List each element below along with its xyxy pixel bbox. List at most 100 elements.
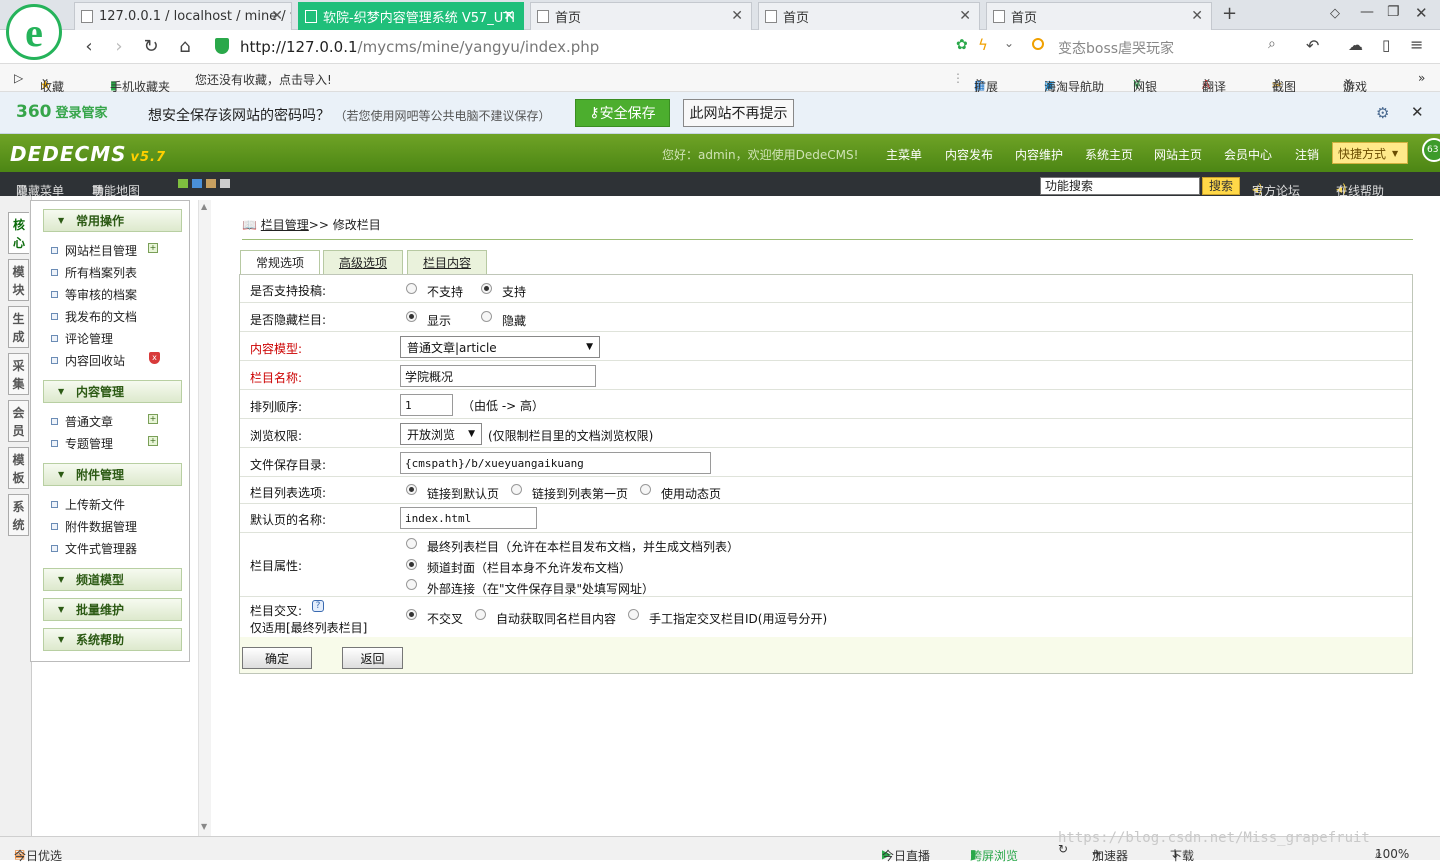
cloud-icon[interactable]: ☁ <box>1348 36 1363 54</box>
back-button[interactable]: 返回 <box>342 647 403 669</box>
browser-tab[interactable]: 首页 ✕ <box>530 2 752 30</box>
undo-icon[interactable]: ↶ <box>1306 36 1319 55</box>
submit-no-radio[interactable] <box>406 283 417 294</box>
topmenu-sitehome[interactable]: 网站主页 <box>1154 146 1202 163</box>
help-icon[interactable]: ? <box>312 600 324 612</box>
close-tab-icon[interactable]: ✕ <box>1191 8 1203 24</box>
menu-item-special[interactable]: 专题管理 <box>51 435 113 452</box>
menu-item-article[interactable]: 普通文章 <box>51 413 113 430</box>
topmenu-publish[interactable]: 内容发布 <box>945 146 993 163</box>
topmenu-main[interactable]: 主菜单 <box>886 146 922 163</box>
category-name-input[interactable]: 学院概况 <box>400 365 596 387</box>
menu-section-content[interactable]: 内容管理 <box>43 380 182 403</box>
menu-item-recycle[interactable]: 内容回收站 <box>51 352 125 369</box>
bookmark-favorites[interactable]: ★ 收藏 ⌄ <box>40 71 64 94</box>
menu-icon[interactable]: ≡ <box>1410 35 1423 54</box>
home-icon[interactable]: ⌂ <box>174 36 196 57</box>
bookmark-bank[interactable]: ¥ 网银 ⌄ <box>1133 71 1157 94</box>
rail-tab-template[interactable]: 模板 <box>8 447 29 489</box>
lightning-icon[interactable]: ϟ <box>978 36 988 54</box>
add-icon[interactable]: + <box>148 243 158 253</box>
skin-blue-icon[interactable] <box>192 179 202 188</box>
menu-section-channel[interactable]: 频道模型 <box>43 568 182 591</box>
close-tab-icon[interactable]: ✕ <box>959 8 971 24</box>
reload-icon[interactable]: ↻ <box>140 36 162 57</box>
browser-logo-icon[interactable]: e <box>6 4 62 60</box>
topmenu-member[interactable]: 会员中心 <box>1224 146 1272 163</box>
menu-item-all-docs[interactable]: 所有档案列表 <box>51 264 137 281</box>
menu-item-category[interactable]: 网站栏目管理 <box>51 242 137 259</box>
scroll-up-icon[interactable]: ▲ <box>201 202 207 211</box>
list-first-radio[interactable] <box>511 484 522 495</box>
show-radio[interactable] <box>406 311 417 322</box>
add-icon[interactable]: + <box>148 414 158 424</box>
scroll-down-icon[interactable]: ▼ <box>201 822 207 831</box>
topmenu-logout[interactable]: 注销 <box>1295 146 1319 163</box>
gear-icon[interactable]: ⚙ <box>1376 104 1389 122</box>
submit-yes-radio[interactable] <box>481 283 492 294</box>
add-icon[interactable]: + <box>148 436 158 446</box>
search-icon[interactable]: ⌕ <box>1268 36 1276 52</box>
close-tab-icon[interactable]: ✕ <box>503 8 515 24</box>
save-password-button[interactable]: ⚷ 安全保存 <box>575 99 670 127</box>
tab-advanced[interactable]: 高级选项 <box>323 250 403 274</box>
cross-manual-radio[interactable] <box>628 609 639 620</box>
quick-menu-button[interactable]: 快捷方式 ▼ <box>1332 142 1408 164</box>
browser-tab[interactable]: 首页 ✕ <box>986 2 1212 30</box>
badge-icon[interactable]: 63 <box>1422 138 1440 162</box>
close-tab-icon[interactable]: ✕ <box>271 8 283 24</box>
confirm-button[interactable]: 确定 <box>242 647 312 669</box>
attr-external-radio[interactable] <box>406 579 417 590</box>
sort-order-input[interactable]: 1 <box>400 394 453 416</box>
cross-none-radio[interactable] <box>406 609 417 620</box>
rail-tab-member[interactable]: 会员 <box>8 400 29 442</box>
func-search-button[interactable]: 搜索 <box>1202 177 1240 195</box>
bookmark-hint[interactable]: 您还没有收藏，点击导入! <box>195 71 332 88</box>
new-tab-icon[interactable]: + <box>1222 3 1237 24</box>
scrollbar[interactable]: ▲ ▼ <box>198 200 211 836</box>
menu-item-file-manager[interactable]: 文件式管理器 <box>51 540 137 557</box>
menu-section-attach[interactable]: 附件管理 <box>43 463 182 486</box>
skin-brown-icon[interactable] <box>206 179 216 188</box>
permission-select[interactable]: 开放浏览 <box>400 423 482 445</box>
list-default-radio[interactable] <box>406 484 417 495</box>
close-icon[interactable]: ✕ <box>1411 103 1424 121</box>
menu-item-upload[interactable]: 上传新文件 <box>51 496 125 513</box>
rail-tab-core[interactable]: 核心 <box>8 212 29 254</box>
close-tab-icon[interactable]: ✕ <box>731 8 743 24</box>
rail-tab-system[interactable]: 系统 <box>8 494 29 536</box>
menu-item-pending[interactable]: 等审核的档案 <box>51 286 137 303</box>
bookmark-screenshot[interactable]: ✂ 截图 ⌄ <box>1272 71 1296 94</box>
hide-radio[interactable] <box>481 311 492 322</box>
list-dynamic-radio[interactable] <box>640 484 651 495</box>
tab-general[interactable]: 常规选项 <box>240 250 320 274</box>
bookmark-translate[interactable]: A 翻译 ⌄ <box>1202 71 1226 94</box>
default-page-input[interactable]: index.html <box>400 507 537 529</box>
close-window-icon[interactable]: ✕ <box>1415 4 1428 22</box>
skin-green-icon[interactable] <box>178 179 188 188</box>
breadcrumb-link[interactable]: 栏目管理 <box>261 218 309 232</box>
more-icon[interactable]: » <box>1418 71 1425 85</box>
menu-section-batch[interactable]: 批量维护 <box>43 598 182 621</box>
menu-item-my-docs[interactable]: 我发布的文档 <box>51 308 137 325</box>
skin-gray-icon[interactable] <box>220 179 230 188</box>
tab-content[interactable]: 栏目内容 <box>407 250 487 274</box>
minimize-icon[interactable]: — <box>1360 4 1374 20</box>
model-select[interactable]: 普通文章|article <box>400 336 600 358</box>
topmenu-maintain[interactable]: 内容维护 <box>1015 146 1063 163</box>
maximize-icon[interactable]: ❐ <box>1387 4 1400 20</box>
shield-icon[interactable]: x <box>149 352 160 364</box>
browser-tab[interactable]: 127.0.0.1 / localhost / mine / y ✕ <box>74 2 292 30</box>
topmenu-syshome[interactable]: 系统主页 <box>1085 146 1133 163</box>
never-remind-button[interactable]: 此网站不再提示 <box>683 99 794 127</box>
browser-tab-active[interactable]: 软院-织梦内容管理系统 V57_UTI ✕ <box>298 2 524 30</box>
attr-cover-radio[interactable] <box>406 559 417 570</box>
menu-section-help[interactable]: 系统帮助 <box>43 628 182 651</box>
menu-item-attach-data[interactable]: 附件数据管理 <box>51 518 137 535</box>
browser-tab[interactable]: 首页 ✕ <box>758 2 980 30</box>
menu-item-comments[interactable]: 评论管理 <box>51 330 113 347</box>
skin-icon[interactable]: ◇ <box>1330 6 1340 21</box>
rail-tab-generate[interactable]: 生成 <box>8 306 29 348</box>
sidebar-toggle-icon[interactable]: ▷ <box>14 71 23 85</box>
cross-auto-radio[interactable] <box>475 609 486 620</box>
